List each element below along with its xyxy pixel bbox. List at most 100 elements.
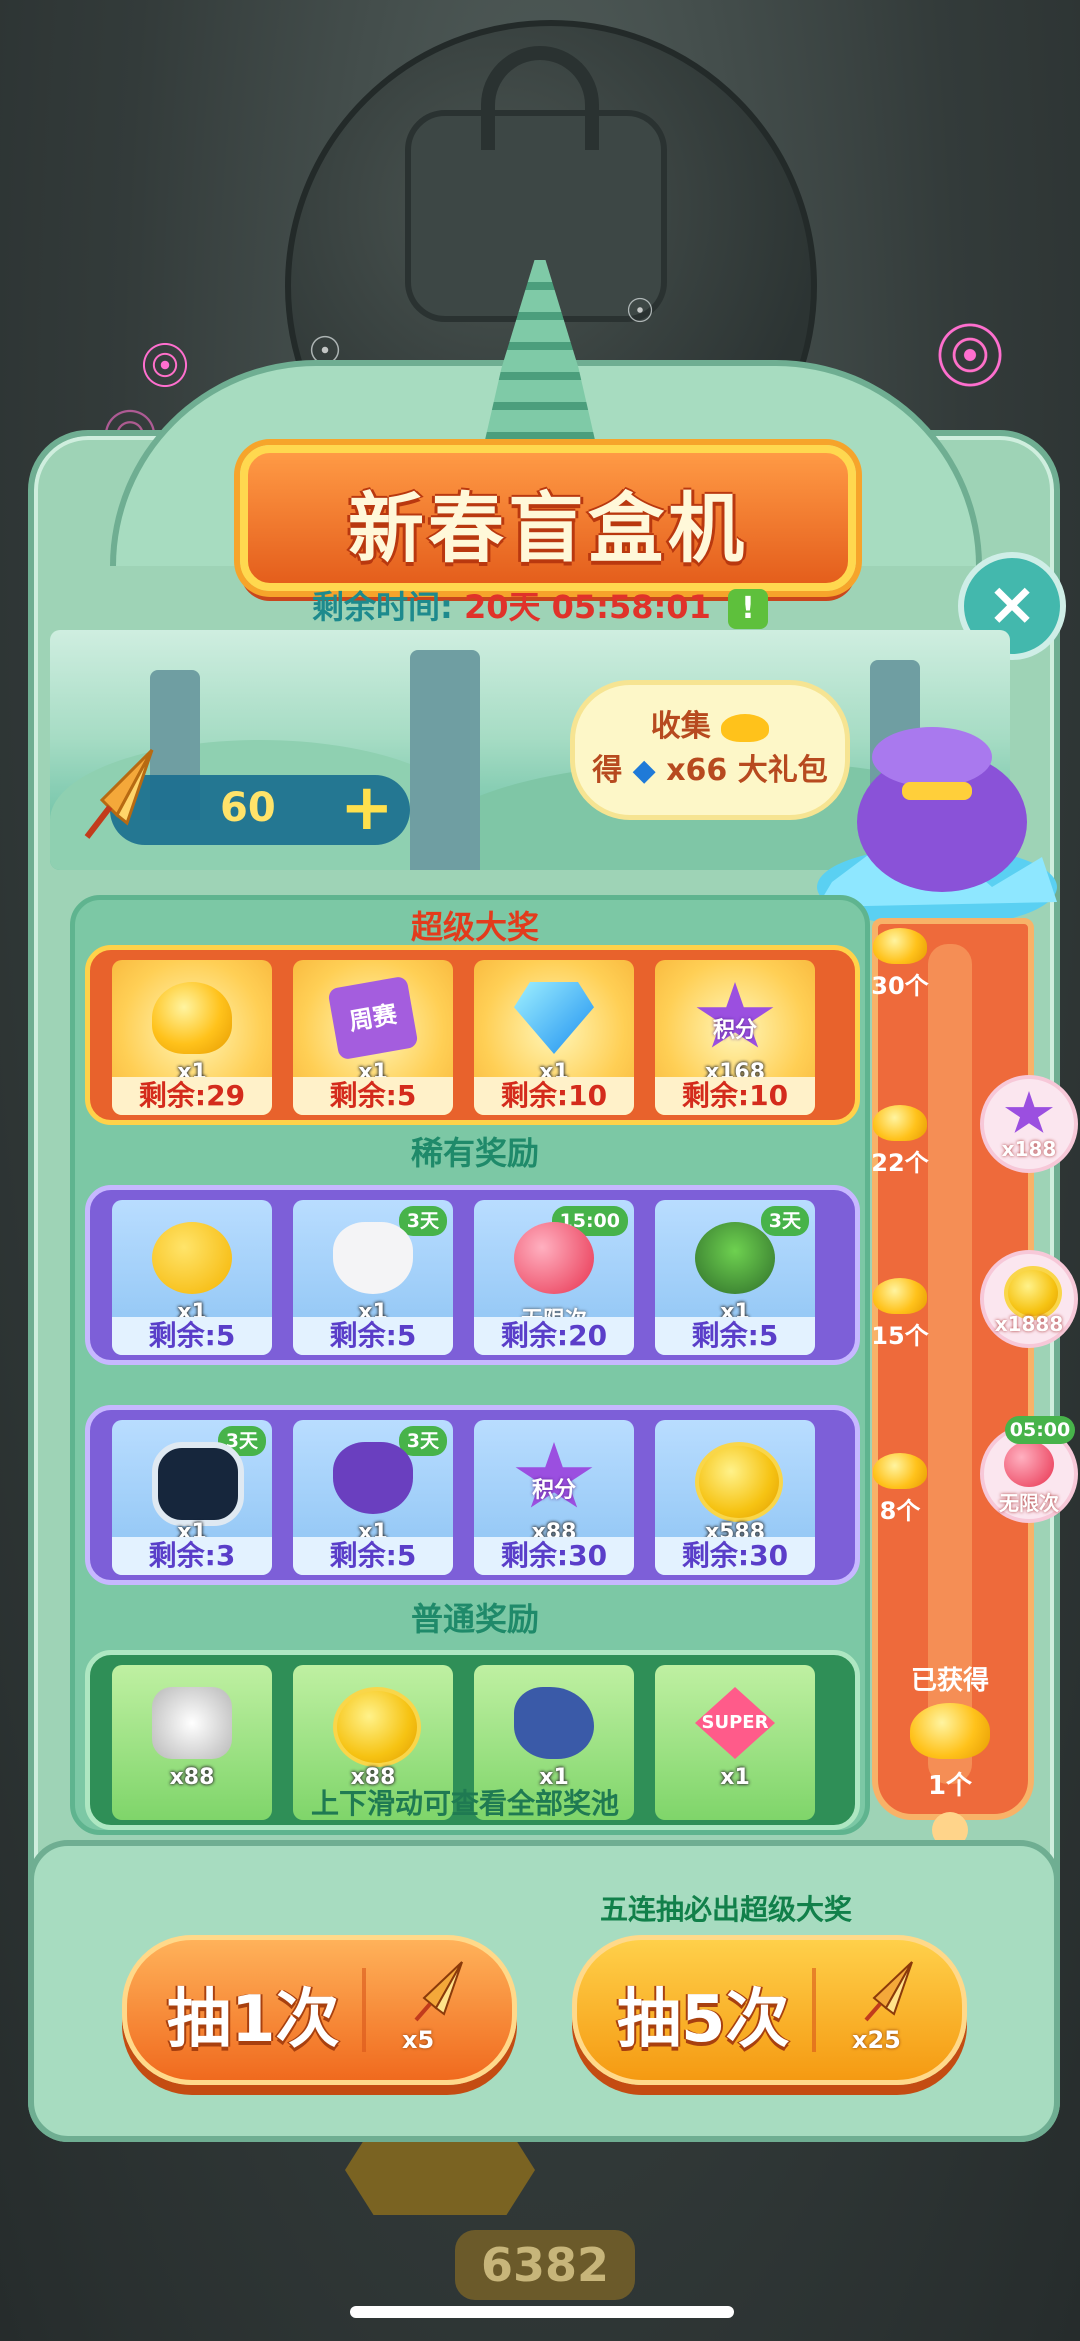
duration-tag: 3天 xyxy=(760,1206,809,1236)
prize-remaining: 剩余:20 xyxy=(474,1317,634,1355)
section-normal-title: 普通奖励 xyxy=(410,1600,539,1638)
prize-remaining: 剩余:5 xyxy=(293,1077,453,1115)
prize-cell[interactable]: x588 剩余:30 xyxy=(655,1420,815,1575)
divider xyxy=(812,1968,816,2052)
score-star-icon xyxy=(1005,1091,1053,1133)
score-label: 积分 xyxy=(712,1018,757,1043)
milestone: 22个 xyxy=(870,1105,930,1178)
gold-ingot-icon xyxy=(721,713,770,742)
countdown-timer: 剩余时间: 20天 05:58:01 ! xyxy=(0,582,1080,629)
umbrella-token-icon xyxy=(84,748,154,839)
diamond-icon xyxy=(514,982,594,1054)
prize-pool[interactable]: 超级大奖 x1 剩余:29 周赛 x1 剩余:5 x1 剩余:10 积分 x16… xyxy=(70,895,870,1835)
balloon-icon xyxy=(1004,1441,1054,1487)
add-tokens-button[interactable]: + xyxy=(340,776,394,840)
silver-badge-icon xyxy=(152,1687,232,1759)
reward-qty: 无限次 xyxy=(999,1491,1059,1515)
obtained-counter: 已获得 1个 xyxy=(890,1660,1010,1802)
timer-label: 剩余时间: xyxy=(312,588,453,626)
draw-five-label: 抽5次 xyxy=(617,1983,790,2057)
gold-ingot-icon xyxy=(873,928,927,964)
timer-value: 20天 05:58:01 xyxy=(463,588,711,626)
prize-cell[interactable]: x1 剩余:10 xyxy=(474,960,634,1115)
reward-qty: x188 xyxy=(1001,1137,1057,1161)
coin-icon xyxy=(333,1687,421,1767)
prize-remaining: 剩余:3 xyxy=(112,1537,272,1575)
obtained-count: 1个 xyxy=(927,1771,973,1801)
draw-five-cost: x25 xyxy=(852,2026,901,2054)
milestone-reward[interactable]: x188 xyxy=(980,1075,1078,1173)
prize-remaining: 剩余:10 xyxy=(474,1077,634,1115)
stone-lantern-icon xyxy=(410,650,480,870)
score-label: 积分 xyxy=(531,1478,576,1503)
collect-line2: 得 ◆ x66 大礼包 xyxy=(592,753,828,788)
section-super-title: 超级大奖 xyxy=(410,908,539,946)
coin-icon xyxy=(695,1442,783,1522)
golden-egg-icon xyxy=(152,1222,232,1294)
prize-cell[interactable]: 3天 x1 剩余:3 xyxy=(112,1420,272,1575)
background-score: 6382 xyxy=(455,2230,635,2300)
prize-cell[interactable]: 3天 x1 剩余:5 xyxy=(293,1200,453,1355)
home-indicator[interactable] xyxy=(350,2306,734,2318)
milestone: 8个 xyxy=(870,1453,930,1526)
prize-remaining: 剩余:30 xyxy=(655,1537,815,1575)
section-rare-title: 稀有奖励 xyxy=(410,1134,539,1172)
draw-once-label: 抽1次 xyxy=(167,1983,340,2057)
five-draw-promo: 五连抽必出超级大奖 xyxy=(600,1893,853,1926)
prize-cell[interactable]: 周赛 x1 剩余:5 xyxy=(293,960,453,1115)
prize-remaining: 剩余:5 xyxy=(112,1317,272,1355)
milestone-reward[interactable]: x1888 xyxy=(980,1250,1078,1348)
collect-line1: 收集 xyxy=(575,701,845,745)
gold-ingot-icon xyxy=(873,1278,927,1314)
rare-prize-row: x1 剩余:5 3天 x1 剩余:5 15:00 无限次 剩余:20 3天 x1… xyxy=(85,1185,860,1365)
divider xyxy=(362,1968,366,2052)
reward-qty: x1888 xyxy=(994,1312,1064,1336)
prize-remaining: 剩余:5 xyxy=(655,1317,815,1355)
draw-five-button[interactable]: 抽5次 x25 xyxy=(572,1935,967,2085)
prize-cell[interactable]: 积分 x88 剩余:30 xyxy=(474,1420,634,1575)
duration-tag: 3天 xyxy=(398,1206,447,1236)
draw-once-button[interactable]: 抽1次 x5 xyxy=(122,1935,517,2085)
duration-tag: 3天 xyxy=(398,1426,447,1456)
rabbit-mask-icon xyxy=(333,1222,413,1294)
info-alert-icon[interactable]: ! xyxy=(727,589,768,629)
super-badge-icon: SUPER xyxy=(695,1687,775,1759)
diamond-icon: ◆ xyxy=(632,753,656,788)
gold-ingot-icon xyxy=(910,1703,990,1759)
gold-ingot-icon xyxy=(873,1453,927,1489)
shark-icon xyxy=(514,1687,594,1759)
rare-prize-row: 3天 x1 剩余:3 3天 x1 剩余:5 积分 x88 剩余:30 x588 … xyxy=(85,1405,860,1585)
gold-ingot-icon xyxy=(152,982,232,1054)
progress-rail xyxy=(928,944,972,1784)
scroll-hint: 上下滑动可查看全部奖池 xyxy=(310,1787,619,1820)
prize-remaining: 剩余:5 xyxy=(293,1317,453,1355)
obtained-label: 已获得 xyxy=(910,1666,989,1696)
super-prize-row: x1 剩余:29 周赛 x1 剩余:5 x1 剩余:10 积分 x168 剩余:… xyxy=(85,945,860,1125)
page-title: 新春盲盒机 xyxy=(348,484,748,573)
firework-icon xyxy=(920,305,1020,405)
token-count: 60 xyxy=(220,785,276,831)
collect-reward-bubble[interactable]: 收集 得 ◆ x66 大礼包 xyxy=(570,680,850,820)
gold-ingot-icon xyxy=(873,1105,927,1141)
firework-icon xyxy=(130,330,200,400)
umbrella-token-icon xyxy=(864,1961,913,2022)
prize-cell[interactable]: 积分 x168 剩余:10 xyxy=(655,960,815,1115)
prize-cell[interactable]: 15:00 无限次 剩余:20 xyxy=(474,1200,634,1355)
prize-cell[interactable]: x1 剩余:5 xyxy=(112,1200,272,1355)
milestone: 15个 xyxy=(870,1278,930,1351)
weekly-match-ticket-icon: 周赛 xyxy=(327,975,419,1061)
draw-once-cost: x5 xyxy=(402,2026,435,2054)
prize-cell[interactable]: x1 剩余:29 xyxy=(112,960,272,1115)
firework-icon xyxy=(610,280,670,340)
frog-mask-icon xyxy=(695,1222,775,1294)
title-plaque: 新春盲盒机 xyxy=(240,445,856,591)
prize-remaining: 剩余:10 xyxy=(655,1077,815,1115)
prize-cell[interactable]: 3天 x1 剩余:5 xyxy=(655,1200,815,1355)
umbrella-token-icon xyxy=(414,1961,463,2022)
balloon-icon xyxy=(514,1222,594,1294)
milestone: 30个 xyxy=(870,928,930,1001)
goggles-icon xyxy=(152,1442,244,1526)
prize-remaining: 剩余:5 xyxy=(293,1537,453,1575)
prize-cell[interactable]: 3天 x1 剩余:5 xyxy=(293,1420,453,1575)
prize-remaining: 剩余:30 xyxy=(474,1537,634,1575)
